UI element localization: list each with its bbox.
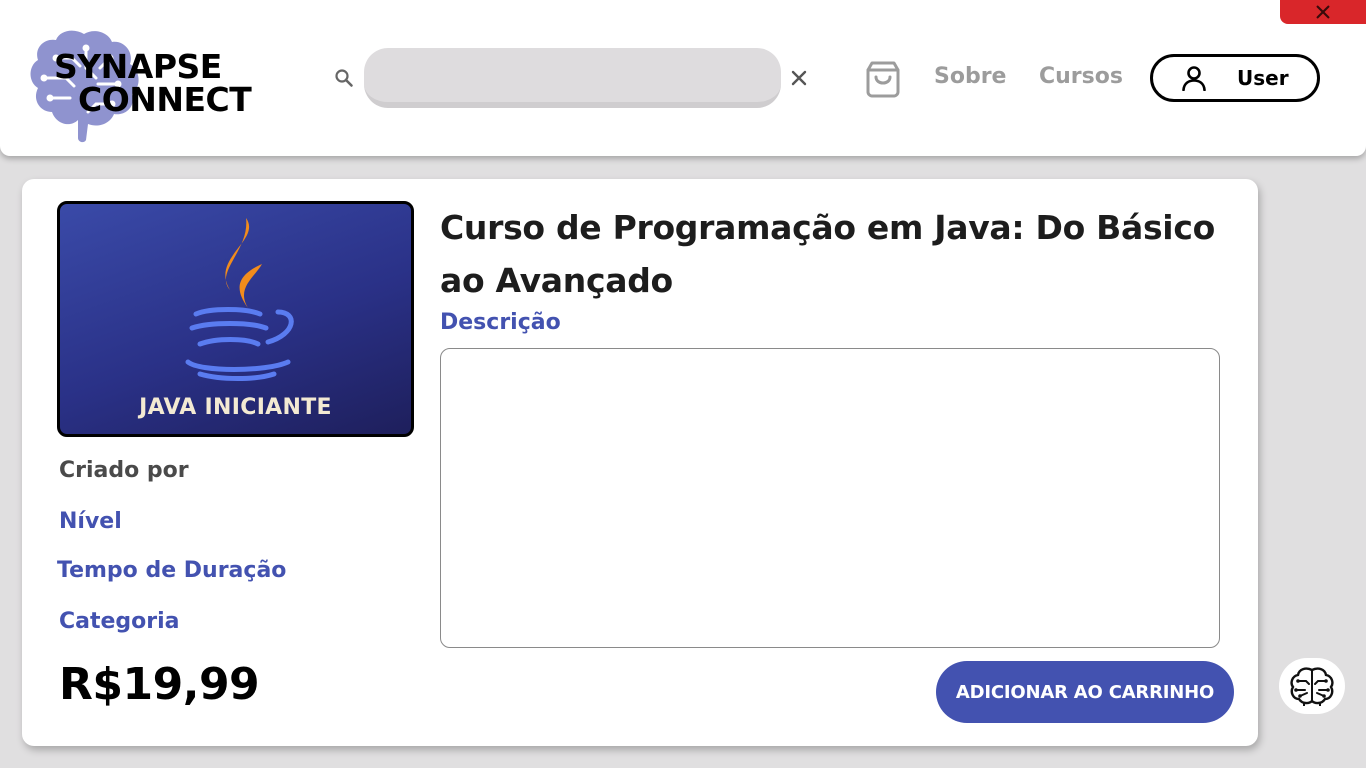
brain-chip-icon bbox=[1290, 667, 1334, 706]
user-icon bbox=[1182, 66, 1206, 91]
description-label: Descrição bbox=[440, 310, 561, 335]
category-label: Categoria bbox=[59, 609, 180, 634]
creator-label: Criado por bbox=[59, 458, 189, 483]
user-button[interactable]: User bbox=[1150, 54, 1320, 102]
shopping-bag-icon[interactable] bbox=[864, 60, 902, 98]
window-close-button[interactable] bbox=[1280, 0, 1366, 24]
close-icon bbox=[1316, 5, 1330, 19]
course-price: R$19,99 bbox=[59, 659, 260, 710]
close-icon[interactable] bbox=[789, 68, 809, 88]
course-card: JAVA INICIANTE Criado por Nível Tempo de… bbox=[22, 179, 1258, 746]
course-title: Curso de Programação em Java: Do Básico … bbox=[440, 208, 1215, 300]
logo-text-line2: CONNECT bbox=[78, 80, 252, 119]
logo[interactable]: SYNAPSE CONNECT bbox=[26, 28, 266, 146]
level-label: Nível bbox=[59, 509, 122, 534]
course-thumbnail: JAVA INICIANTE bbox=[57, 201, 414, 437]
java-coffee-cup-icon bbox=[185, 218, 294, 381]
chat-assistant-button[interactable] bbox=[1279, 658, 1345, 714]
search-input[interactable] bbox=[364, 48, 781, 108]
user-label: User bbox=[1237, 66, 1289, 90]
add-to-cart-button[interactable]: ADICIONAR AO CARRINHO bbox=[936, 661, 1234, 723]
logo-text-line1: SYNAPSE bbox=[54, 47, 222, 86]
description-textarea[interactable] bbox=[440, 348, 1220, 648]
top-header: SYNAPSE CONNECT Sobre Cursos User bbox=[0, 0, 1366, 156]
nav-link-sobre[interactable]: Sobre bbox=[934, 64, 1006, 89]
search-icon[interactable] bbox=[334, 68, 354, 88]
duration-label: Tempo de Duração bbox=[57, 558, 287, 583]
nav-link-cursos[interactable]: Cursos bbox=[1039, 64, 1123, 89]
thumbnail-label: JAVA INICIANTE bbox=[139, 395, 332, 420]
